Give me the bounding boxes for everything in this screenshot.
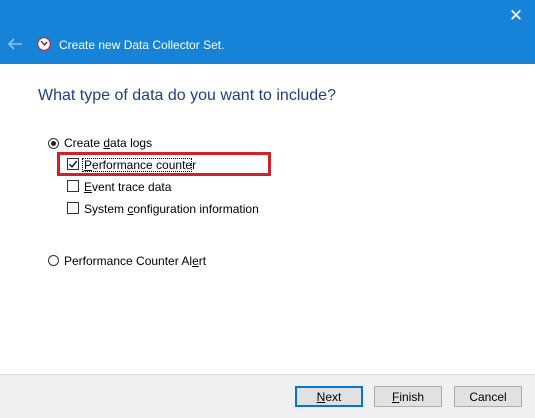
next-button[interactable]: Next <box>295 386 363 407</box>
event-trace-data-checkbox[interactable] <box>67 180 79 192</box>
title-bar <box>0 0 535 64</box>
cancel-button[interactable]: Cancel <box>454 386 522 407</box>
arrow-left-icon <box>7 38 22 50</box>
close-button[interactable]: ✕ <box>503 4 529 28</box>
performance-counter-checkbox[interactable] <box>67 158 79 170</box>
checkmark-icon <box>68 160 78 168</box>
window-title: Create new Data Collector Set. <box>59 38 225 52</box>
performance-counter-alert-label[interactable]: Performance Counter Alert <box>64 254 206 268</box>
back-button[interactable] <box>5 33 25 55</box>
cancel-button-label: Cancel <box>469 389 507 404</box>
create-data-logs-label[interactable]: Create data logs <box>64 136 152 150</box>
next-button-label: Next <box>316 389 342 404</box>
event-trace-data-label[interactable]: Event trace data <box>84 180 171 194</box>
page-heading: What type of data do you want to include… <box>38 87 336 104</box>
performance-counter-label[interactable]: Performance counter <box>84 158 196 172</box>
performance-monitor-icon <box>37 37 51 51</box>
finish-button[interactable]: Finish <box>374 386 442 407</box>
performance-counter-alert-radio[interactable] <box>48 255 59 266</box>
finish-button-label: Finish <box>391 389 425 404</box>
close-icon: ✕ <box>508 6 524 25</box>
system-configuration-checkbox[interactable] <box>67 202 79 214</box>
create-data-logs-radio[interactable] <box>48 138 59 149</box>
system-configuration-label[interactable]: System configuration information <box>84 202 259 216</box>
